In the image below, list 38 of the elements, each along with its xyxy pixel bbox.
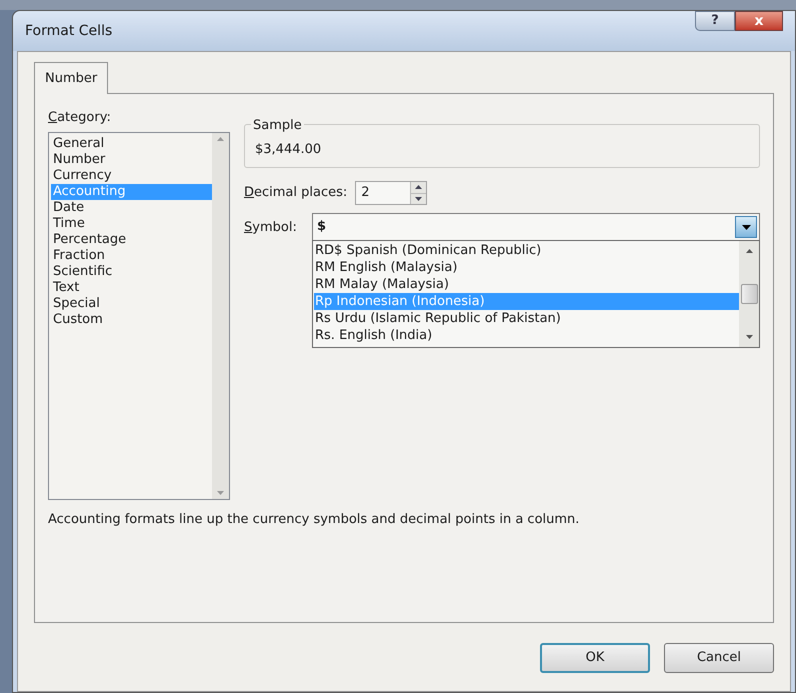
- category-item[interactable]: Currency: [51, 168, 212, 184]
- decimal-places-field[interactable]: 2: [355, 181, 428, 205]
- category-list[interactable]: General Number Currency Accounting Date Time Percentage Fraction Scientific Text Special Custom: [48, 132, 230, 500]
- symbol-label: Symbol:: [244, 219, 298, 237]
- caret-icon: [742, 224, 750, 230]
- scroll-down-icon[interactable]: [746, 335, 752, 339]
- ok-button[interactable]: OK: [540, 643, 650, 673]
- dropdown-option[interactable]: RM Malay (Malaysia): [314, 276, 739, 293]
- category-item[interactable]: Special: [51, 296, 212, 312]
- decimal-places-label: Decimal places:: [244, 184, 348, 202]
- help-button[interactable]: ?: [695, 11, 735, 31]
- category-item[interactable]: Date: [51, 200, 212, 216]
- dropdown-option[interactable]: Rs. English (India): [314, 327, 739, 344]
- scrollbar[interactable]: [739, 241, 759, 347]
- tab[interactable]: Number: [34, 62, 108, 94]
- category-item[interactable]: Percentage: [51, 232, 212, 248]
- spin-button[interactable]: [410, 182, 426, 204]
- sample-value: $3,444.00: [255, 140, 322, 158]
- category-item[interactable]: Number: [51, 152, 212, 168]
- category-item[interactable]: Custom: [51, 312, 212, 328]
- category-item[interactable]: Scientific: [51, 264, 212, 280]
- dropdown-option[interactable]: Rs Urdu (Islamic Republic of Pakistan): [314, 310, 739, 327]
- up-arrow-icon: [415, 185, 422, 190]
- window-title: Format Cells: [25, 22, 112, 41]
- symbol-dropdown[interactable]: $: [312, 213, 760, 241]
- scroll-thumb[interactable]: [740, 284, 758, 304]
- format-description: Accounting formats line up the currency symbols and decimal points in a column.: [48, 510, 580, 528]
- dropdown-option[interactable]: RD$ Spanish (Dominican Republic): [314, 242, 739, 259]
- dropdown-button[interactable]: [735, 216, 757, 238]
- cancel-button[interactable]: Cancel: [664, 643, 774, 673]
- category-item[interactable]: Text: [51, 280, 212, 296]
- category-item[interactable]: Time: [51, 216, 212, 232]
- category-item[interactable]: Fraction: [51, 248, 212, 264]
- scroll-up-icon[interactable]: [746, 249, 752, 253]
- dropdown-option[interactable]: RM English (Malaysia): [314, 259, 739, 276]
- category-item[interactable]: General: [51, 136, 212, 152]
- down-arrow-icon: [415, 196, 422, 201]
- category-label: Category:: [48, 109, 112, 127]
